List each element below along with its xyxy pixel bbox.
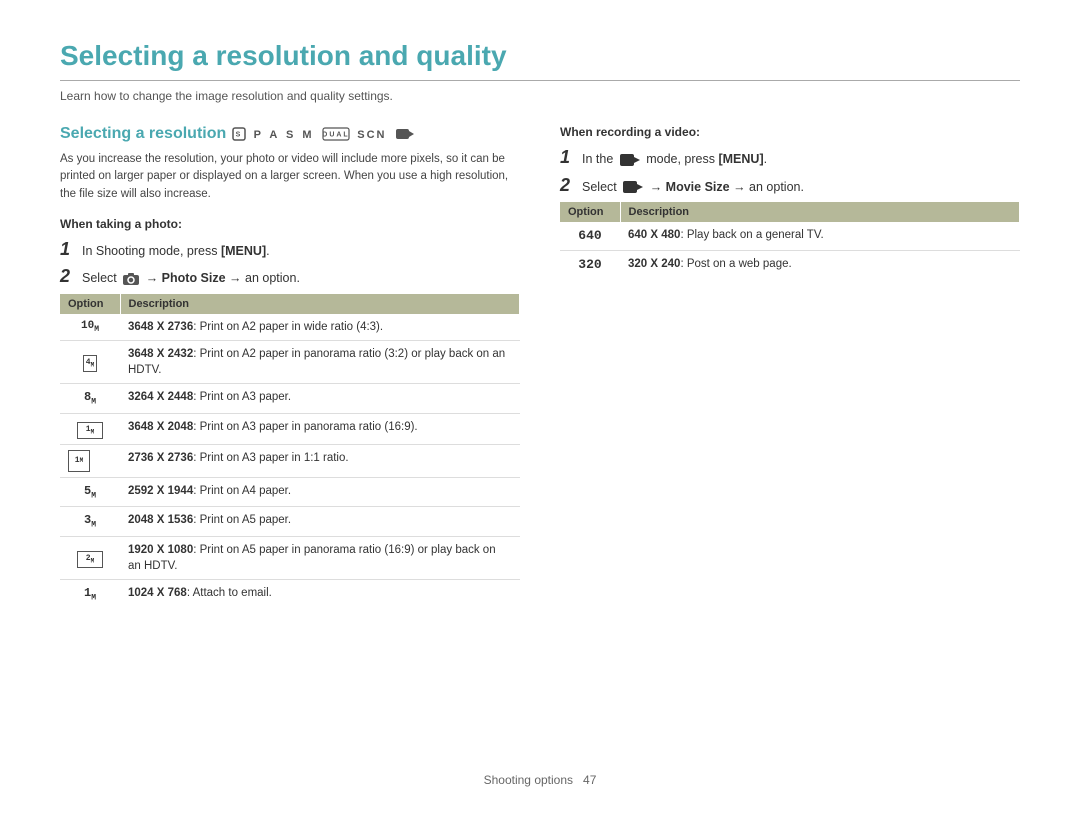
page-title: Selecting a resolution and quality bbox=[60, 40, 1020, 81]
icon-cell: 2M bbox=[60, 536, 120, 579]
step-num-v1: 1 bbox=[560, 147, 576, 168]
desc-cell: 3264 X 2448: Print on A3 paper. bbox=[120, 384, 520, 414]
video-size-table: Option Description 640 640 X 480: Play b… bbox=[560, 202, 1020, 279]
col-option: Option bbox=[60, 294, 120, 314]
body-text: As you increase the resolution, your pho… bbox=[60, 151, 520, 203]
table-row: 5M 2592 X 1944: Print on A4 paper. bbox=[60, 477, 520, 507]
desc-cell: 3648 X 2736: Print on A2 paper in wide r… bbox=[120, 314, 520, 341]
step-num-v2: 2 bbox=[560, 175, 576, 196]
icon-640: 640 bbox=[578, 228, 601, 243]
icon-1m-wide: 1M bbox=[77, 422, 103, 439]
icon-2m: 2M bbox=[77, 551, 103, 568]
step-num-1: 1 bbox=[60, 239, 76, 260]
photo-mode-icon bbox=[122, 272, 140, 286]
photo-size-table: Option Description 10M 3648 X 2736: Prin… bbox=[60, 294, 520, 609]
table-row: 320 320 X 240: Post on a web page. bbox=[560, 251, 1020, 280]
table-row: 8M 3264 X 2448: Print on A3 paper. bbox=[60, 384, 520, 414]
section-heading-text: Selecting a resolution bbox=[60, 125, 226, 143]
desc-cell: 1024 X 768: Attach to email. bbox=[120, 580, 520, 609]
smart-icon: S bbox=[232, 127, 246, 141]
mode-icons: P A S M bbox=[254, 129, 315, 141]
page-footer: Shooting options 47 bbox=[0, 773, 1080, 787]
table-row: 1M 3648 X 2048: Print on A3 paper in pan… bbox=[60, 413, 520, 444]
subtitle: Learn how to change the image resolution… bbox=[60, 89, 1020, 103]
desc-cell: 1920 X 1080: Print on A5 paper in panora… bbox=[120, 536, 520, 579]
desc-cell-320: 320 X 240: Post on a web page. bbox=[620, 251, 1020, 280]
icon-cell: 1M bbox=[60, 444, 120, 477]
left-column: Selecting a resolution S P A S M DUAL SC… bbox=[60, 125, 520, 619]
table-row: 4M 3648 X 2432: Print on A2 paper in pan… bbox=[60, 341, 520, 384]
svg-text:DUAL: DUAL bbox=[322, 132, 349, 139]
when-photo-label: When taking a photo: bbox=[60, 217, 520, 231]
dual-icon: DUAL bbox=[322, 127, 350, 141]
icon-320: 320 bbox=[578, 257, 601, 272]
table-row: 1M 2736 X 2736: Print on A3 paper in 1:1… bbox=[60, 444, 520, 477]
step-v2-text: Select → Movie Size → an option. bbox=[582, 179, 804, 197]
table-row: 1M 1024 X 768: Attach to email. bbox=[60, 580, 520, 609]
step-2-photo: 2 Select → Photo Size → an option. bbox=[60, 266, 520, 288]
right-column: When recording a video: 1 In the mode, p… bbox=[560, 125, 1020, 619]
icon-3m: 3M bbox=[84, 513, 96, 527]
desc-cell-640: 640 X 480: Play back on a general TV. bbox=[620, 222, 1020, 251]
icon-cell: 4M bbox=[60, 341, 120, 384]
icon-10m: 10M bbox=[81, 320, 99, 332]
icon-cell: 8M bbox=[60, 384, 120, 414]
icon-1m: 1M bbox=[84, 586, 96, 600]
icon-8m: 8M bbox=[84, 390, 96, 404]
step-2-video: 2 Select → Movie Size → an option. bbox=[560, 175, 1020, 197]
icon-cell: 1M bbox=[60, 580, 120, 609]
icon-4m: 4M bbox=[83, 355, 97, 372]
video-mode-icon bbox=[395, 127, 415, 141]
video-select-icon bbox=[622, 179, 644, 195]
footer-label: Shooting options bbox=[484, 773, 573, 787]
step-2-text: Select → Photo Size → an option. bbox=[82, 270, 300, 288]
two-column-layout: Selecting a resolution S P A S M DUAL SC… bbox=[60, 125, 1020, 619]
desc-cell: 2736 X 2736: Print on A3 paper in 1:1 ra… bbox=[120, 444, 520, 477]
icon-cell: 10M bbox=[60, 314, 120, 341]
when-video-label: When recording a video: bbox=[560, 125, 1020, 139]
desc-cell: 2592 X 1944: Print on A4 paper. bbox=[120, 477, 520, 507]
section-title-resolution: Selecting a resolution S P A S M DUAL SC… bbox=[60, 125, 520, 143]
step-1-text: In Shooting mode, press [MENU]. bbox=[82, 243, 270, 261]
col-description-v: Description bbox=[620, 202, 1020, 222]
photo-table-header: Option Description bbox=[60, 294, 520, 314]
icon-cell: 3M bbox=[60, 507, 120, 537]
col-description: Description bbox=[120, 294, 520, 314]
icon-cell-320: 320 bbox=[560, 251, 620, 280]
icon-5m: 5M bbox=[84, 484, 96, 498]
step-1-photo: 1 In Shooting mode, press [MENU]. bbox=[60, 239, 520, 261]
scn-label: SCN bbox=[357, 129, 386, 141]
step-1-video: 1 In the mode, press [MENU]. bbox=[560, 147, 1020, 169]
page: Selecting a resolution and quality Learn… bbox=[0, 0, 1080, 815]
step-num-2: 2 bbox=[60, 266, 76, 287]
table-row: 10M 3648 X 2736: Print on A2 paper in wi… bbox=[60, 314, 520, 341]
photo-table-body: 10M 3648 X 2736: Print on A2 paper in wi… bbox=[60, 314, 520, 609]
step-v1-text: In the mode, press [MENU]. bbox=[582, 151, 767, 169]
icon-1m-square: 1M bbox=[68, 450, 90, 472]
video-step-icon bbox=[619, 152, 641, 168]
icon-cell: 5M bbox=[60, 477, 120, 507]
desc-cell: 3648 X 2432: Print on A2 paper in panora… bbox=[120, 341, 520, 384]
video-table-body: 640 640 X 480: Play back on a general TV… bbox=[560, 222, 1020, 279]
table-row: 3M 2048 X 1536: Print on A5 paper. bbox=[60, 507, 520, 537]
icon-cell: 1M bbox=[60, 413, 120, 444]
footer-page-num: 47 bbox=[583, 773, 596, 787]
table-row: 2M 1920 X 1080: Print on A5 paper in pan… bbox=[60, 536, 520, 579]
icon-cell-640: 640 bbox=[560, 222, 620, 251]
section-icons-label: S P A S M DUAL SCN bbox=[232, 127, 415, 142]
table-row: 640 640 X 480: Play back on a general TV… bbox=[560, 222, 1020, 251]
desc-cell: 2048 X 1536: Print on A5 paper. bbox=[120, 507, 520, 537]
video-table-header: Option Description bbox=[560, 202, 1020, 222]
desc-cell: 3648 X 2048: Print on A3 paper in panora… bbox=[120, 413, 520, 444]
col-option-v: Option bbox=[560, 202, 620, 222]
svg-text:S: S bbox=[236, 132, 243, 139]
